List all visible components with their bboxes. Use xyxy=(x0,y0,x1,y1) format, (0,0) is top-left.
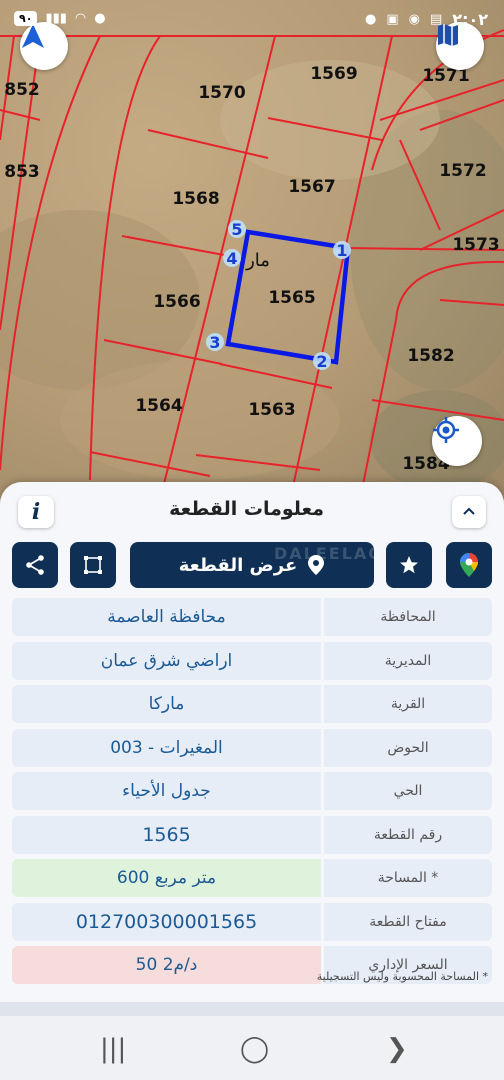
detail-value: 600 متر مربع xyxy=(12,859,321,897)
collapse-button[interactable] xyxy=(452,496,486,528)
detail-row-governorate: محافظة العاصمة المحافظة xyxy=(12,598,492,636)
detail-row-neighborhood: جدول الأحياء الحي xyxy=(12,772,492,810)
detail-row-basin: المغيرات - 003 الحوض xyxy=(12,728,492,767)
parcel-label: 1565 xyxy=(268,288,315,308)
panel-title: معلومات القطعة xyxy=(169,498,324,520)
detail-value: 1565 xyxy=(12,815,321,854)
parcel-label: 1570 xyxy=(198,83,245,103)
parcel-toolbar: DALEELAQAR عرض القطعة xyxy=(0,542,504,590)
show-parcel-label: عرض القطعة xyxy=(178,554,298,576)
back-icon[interactable]: ❯ xyxy=(386,1034,408,1064)
vertex-marker: 4 xyxy=(226,249,237,268)
clock: ٢:٠٢ xyxy=(452,10,488,29)
area-footnote: * المساحة المحسوبة وليس التسجيلية xyxy=(316,970,488,983)
detail-value: جدول الأحياء xyxy=(12,772,321,810)
location-pin-icon xyxy=(308,555,325,575)
polygon-draw-icon xyxy=(84,556,102,574)
info-button[interactable]: i xyxy=(18,496,54,528)
battery-indicator: ٩٠ xyxy=(14,11,38,26)
google-maps-icon xyxy=(460,553,478,577)
parcel-label: 852 xyxy=(4,80,40,100)
detail-value: اراضي شرق عمان xyxy=(12,641,321,680)
detail-label: المساحة * xyxy=(324,859,492,897)
parcel-label: 1582 xyxy=(407,346,454,366)
parcel-label: 1573 xyxy=(452,235,499,255)
parcel-label: 1566 xyxy=(153,292,200,312)
draw-shape-button[interactable] xyxy=(70,542,116,588)
detail-label: الحوض xyxy=(324,728,492,767)
detail-value: المغيرات - 003 xyxy=(12,728,321,767)
google-maps-button[interactable] xyxy=(446,542,492,588)
detail-label: المحافظة xyxy=(324,598,492,636)
parcel-label: 853 xyxy=(4,162,40,182)
detail-row-directorate: اراضي شرق عمان المديرية xyxy=(12,641,492,680)
chevron-up-icon xyxy=(463,507,475,515)
status-bar: ٩٠ ▮▮▮ ◠ ● ● ▣ ◉ ▤ ٢:٠٢ xyxy=(0,0,504,42)
parcel-label: 1567 xyxy=(288,177,335,197)
share-icon xyxy=(26,555,44,575)
parcel-label: 1568 xyxy=(172,189,219,209)
system-navigation-bar: ||| ◯ ❯ xyxy=(0,1016,504,1080)
location-status-icon: ● xyxy=(94,11,106,26)
detail-label: الحي xyxy=(324,772,492,810)
detail-label: رقم القطعة xyxy=(324,815,492,854)
satellite-map[interactable]: 852 853 1570 1569 1571 1572 1573 1567 15… xyxy=(0,0,504,500)
recent-apps-icon[interactable]: ||| xyxy=(100,1034,126,1064)
share-button[interactable] xyxy=(12,542,58,588)
vertex-marker: 3 xyxy=(209,333,220,352)
show-parcel-button[interactable]: DALEELAQAR عرض القطعة xyxy=(130,542,411,588)
place-label: مار xyxy=(245,250,270,271)
parcel-label: 1564 xyxy=(135,396,182,416)
detail-row-parcel-number: 1565 رقم القطعة xyxy=(12,815,492,854)
detail-value: 012700300001565 xyxy=(12,902,321,941)
app-notification-icon: ◉ xyxy=(408,12,420,27)
screenshot-icon: ▣ xyxy=(386,12,399,27)
signal-icon: ▮▮▮ xyxy=(45,11,67,26)
home-icon[interactable]: ◯ xyxy=(240,1034,269,1064)
favorite-button[interactable] xyxy=(386,542,432,588)
vertex-marker: 5 xyxy=(231,220,242,239)
parcel-info-panel: i معلومات القطعة DALEELAQAR عرض القطعة م… xyxy=(0,482,504,1002)
detail-row-village: ماركا القرية xyxy=(12,685,492,723)
app-notification-icon: ▤ xyxy=(430,12,443,27)
detail-row-parcel-key: 012700300001565 مفتاح القطعة xyxy=(12,902,492,941)
detail-value: 50 د/م2 xyxy=(12,946,321,984)
parcel-label: 1569 xyxy=(310,64,357,84)
crosshair-icon xyxy=(433,417,459,443)
panel-header: i معلومات القطعة xyxy=(0,482,504,540)
parcel-label: 1572 xyxy=(439,161,486,181)
detail-label: مفتاح القطعة xyxy=(324,902,492,941)
detail-value: محافظة العاصمة xyxy=(12,598,321,636)
vertex-marker: 2 xyxy=(316,352,327,371)
star-icon xyxy=(400,556,418,574)
parcel-details-table: محافظة العاصمة المحافظة اراضي شرق عمان ا… xyxy=(12,598,492,990)
notification-icon: ● xyxy=(365,12,377,27)
detail-value: ماركا xyxy=(12,685,321,723)
map-canvas[interactable]: 852 853 1570 1569 1571 1572 1573 1567 15… xyxy=(0,0,504,500)
detail-label: المديرية xyxy=(324,641,492,680)
my-location-button[interactable] xyxy=(432,416,482,466)
detail-label: القرية xyxy=(324,685,492,723)
wifi-icon: ◠ xyxy=(74,11,87,26)
vertex-marker: 1 xyxy=(336,241,347,260)
detail-row-area: 600 متر مربع المساحة * xyxy=(12,859,492,897)
parcel-label: 1563 xyxy=(248,400,295,420)
